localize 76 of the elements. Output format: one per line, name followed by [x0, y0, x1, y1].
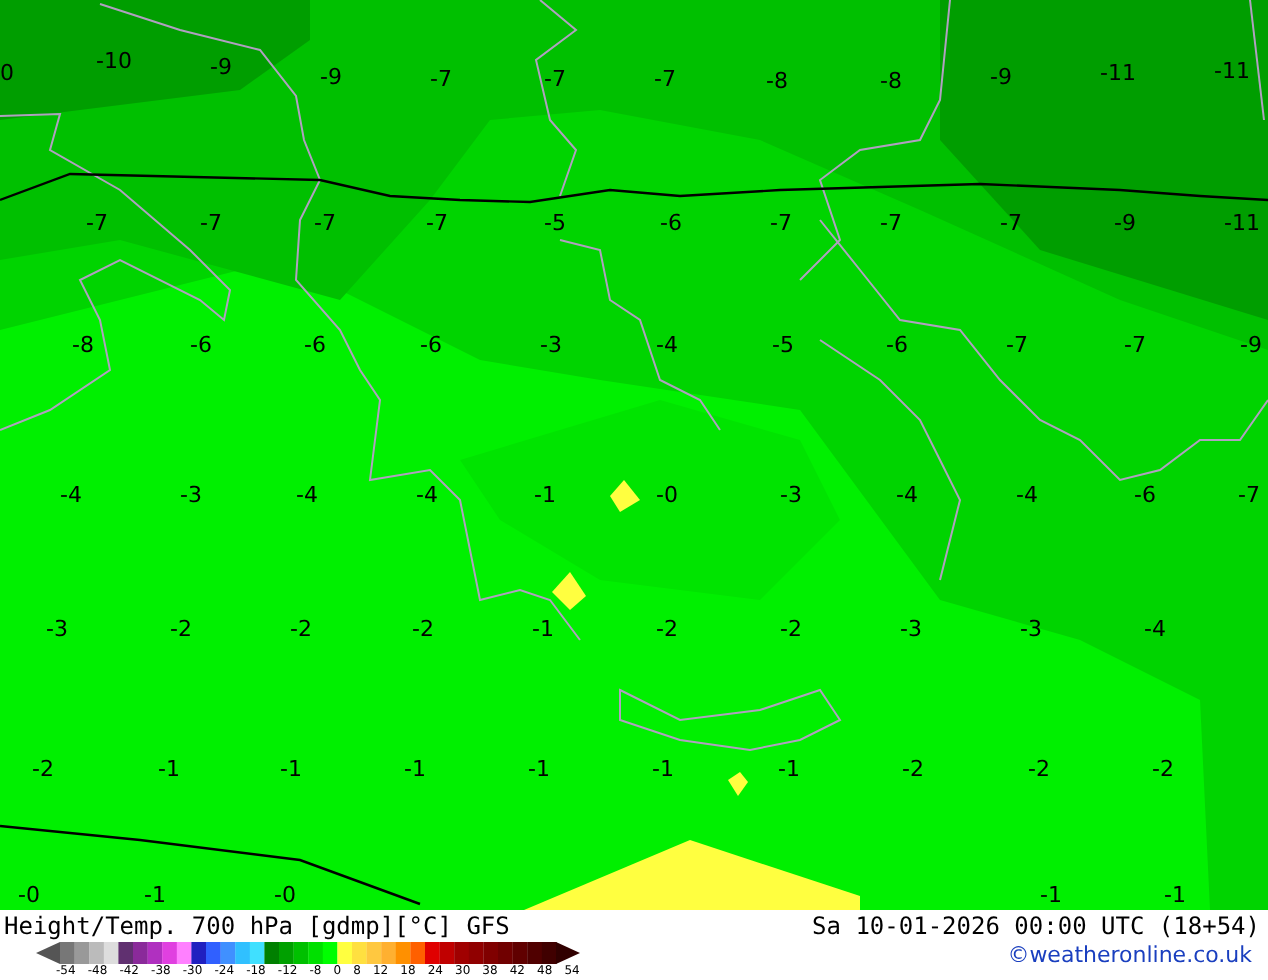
temperature-label: -3	[780, 482, 802, 508]
copyright-link[interactable]: ©weatheronline.co.uk	[1007, 942, 1252, 968]
temperature-label: -2	[780, 616, 802, 642]
temperature-label: -1	[778, 756, 800, 782]
temperature-label: -9	[320, 64, 342, 90]
chart-title: Height/Temp. 700 hPa [gdmp][°C] GFS	[4, 912, 510, 942]
temperature-label: -7	[544, 66, 566, 92]
temperature-label: -7	[654, 66, 676, 92]
temperature-label: -7	[86, 210, 108, 236]
temperature-label: -3	[900, 616, 922, 642]
temperature-label: -8	[880, 68, 902, 94]
temperature-label: -7	[770, 210, 792, 236]
temperature-label: -1	[280, 756, 302, 782]
temperature-label: -9	[210, 54, 232, 80]
temperature-label: -1	[528, 756, 550, 782]
temperature-label: -1	[1040, 882, 1062, 908]
temperature-label: -1	[652, 756, 674, 782]
temperature-label: -1	[144, 882, 166, 908]
temperature-label: -2	[656, 616, 678, 642]
temperature-label: -4	[1144, 616, 1166, 642]
temperature-label: -2	[902, 756, 924, 782]
warm-area	[610, 480, 640, 512]
temperature-label: -7	[314, 210, 336, 236]
temperature-label: -7	[430, 66, 452, 92]
forecast-time: Sa 10-01-2026 00:00 UTC (18+54)	[812, 912, 1260, 942]
temperature-label: -6	[190, 332, 212, 358]
temperature-label: -4	[60, 482, 82, 508]
temperature-label: -6	[1134, 482, 1156, 508]
temperature-label: -11	[1214, 58, 1250, 84]
temperature-label: -6	[660, 210, 682, 236]
temperature-label: -4	[416, 482, 438, 508]
temperature-label: -9	[1240, 332, 1262, 358]
temperature-label: -9	[990, 64, 1012, 90]
temperature-label: -7	[880, 210, 902, 236]
temperature-label: -4	[656, 332, 678, 358]
temperature-label: -7	[426, 210, 448, 236]
temperature-label: -1	[158, 756, 180, 782]
temperature-label: -4	[896, 482, 918, 508]
temperature-label: -8	[72, 332, 94, 358]
temperature-label: -2	[170, 616, 192, 642]
temperature-label: -5	[772, 332, 794, 358]
temperature-label: -2	[1152, 756, 1174, 782]
temperature-label: -1	[534, 482, 556, 508]
temperature-label: -0	[18, 882, 40, 908]
temperature-label: -0	[274, 882, 296, 908]
temperature-label: -1	[532, 616, 554, 642]
warm-area	[728, 772, 748, 796]
temperature-label: -0	[656, 482, 678, 508]
temperature-label: -11	[1100, 60, 1136, 86]
temperature-label: -7	[200, 210, 222, 236]
temperature-label: -6	[304, 332, 326, 358]
temperature-label: -4	[296, 482, 318, 508]
temperature-label: -7	[1006, 332, 1028, 358]
temperature-label: -10	[96, 48, 132, 74]
warm-area	[552, 572, 586, 610]
temperature-label: -3	[46, 616, 68, 642]
temperature-label: -7	[1124, 332, 1146, 358]
temperature-label: 0	[0, 60, 14, 86]
temperature-label: -1	[404, 756, 426, 782]
temperature-label: -7	[1238, 482, 1260, 508]
temperature-label: -2	[32, 756, 54, 782]
temperature-label: -7	[1000, 210, 1022, 236]
temperature-label: -3	[1020, 616, 1042, 642]
temperature-label: -3	[540, 332, 562, 358]
temperature-label: -2	[1028, 756, 1050, 782]
temperature-label: -2	[290, 616, 312, 642]
temperature-label: -2	[412, 616, 434, 642]
temperature-label: -1	[1164, 882, 1186, 908]
temperature-label: -8	[766, 68, 788, 94]
temperature-label: -5	[544, 210, 566, 236]
temperature-label: -3	[180, 482, 202, 508]
temperature-label: -9	[1114, 210, 1136, 236]
temperature-label: -11	[1224, 210, 1260, 236]
temperature-label: -6	[886, 332, 908, 358]
temperature-label: -4	[1016, 482, 1038, 508]
temperature-label: -6	[420, 332, 442, 358]
